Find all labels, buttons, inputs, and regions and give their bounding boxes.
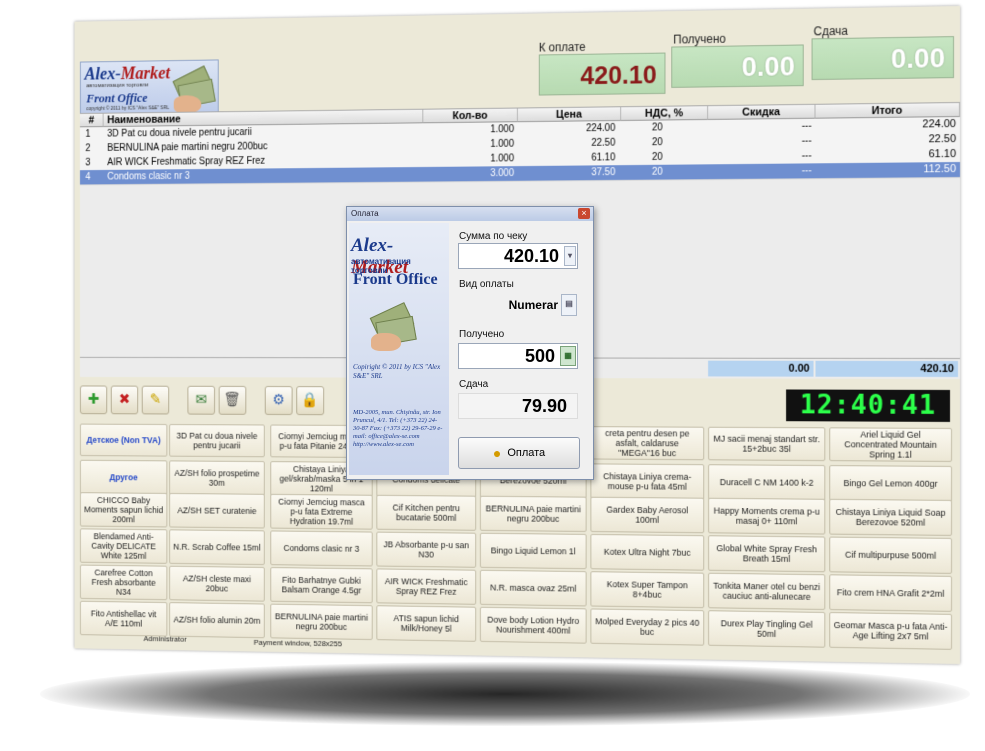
product-button[interactable]: Chistaya Liniya Liquid Soap Berezovoe 52… bbox=[829, 499, 952, 536]
settings-button[interactable]: ⚙ bbox=[265, 386, 293, 415]
pay-button-label: Оплата bbox=[507, 447, 545, 459]
envelope-icon: ✉ bbox=[195, 392, 207, 408]
product-button[interactable]: Cif Kitchen pentru bucatarie 500ml bbox=[376, 495, 476, 531]
product-button[interactable]: Kotex Ultra Night 7buc bbox=[590, 534, 704, 571]
dialog-logo-address: MD-2005, mun. Chişinău, str. Ion Pruncul… bbox=[353, 409, 445, 449]
product-button[interactable]: Condoms clasic nr 3 bbox=[270, 530, 372, 566]
product-button[interactable]: creta pentru desen pe asfalt, caldaruse … bbox=[590, 426, 704, 460]
payment-dialog: Оплата × Alex-Market автоматизация торго… bbox=[346, 206, 594, 480]
received-label-dialog: Получено bbox=[459, 329, 504, 340]
due-label: К оплате bbox=[539, 40, 586, 54]
logo-subtitle: автоматизация торговли bbox=[86, 83, 148, 90]
delete-icon: ✖ bbox=[119, 391, 130, 407]
col-vat: НДС, % bbox=[621, 106, 708, 121]
received-input[interactable]: 500 ▦ bbox=[458, 343, 578, 369]
add-icon: ✚ bbox=[88, 391, 99, 407]
col-discount: Скидка bbox=[708, 105, 815, 120]
status-user: Administrator bbox=[144, 634, 187, 643]
product-button[interactable]: 3D Pat cu doua nivele pentru jucarii bbox=[169, 424, 265, 457]
trash-button[interactable]: 🗑 bbox=[219, 386, 247, 415]
product-button[interactable]: Carefree Cotton Fresh absorbante N34 bbox=[80, 565, 167, 601]
logo-front-office: Front Office bbox=[86, 90, 147, 106]
product-button[interactable]: Kotex Super Tampon 8+4buc bbox=[590, 571, 704, 608]
product-button[interactable]: MJ sacii menaj standart str. 15+2buc 35l bbox=[708, 427, 825, 461]
pay-button[interactable]: ● Оплата bbox=[458, 437, 580, 469]
coins-icon: ● bbox=[493, 445, 501, 461]
product-button[interactable]: Cif multipurpuse 500ml bbox=[829, 537, 952, 574]
sum-discount: 0.00 bbox=[708, 361, 813, 377]
col-price: Цена bbox=[518, 107, 621, 122]
change-label-dialog: Сдача bbox=[459, 379, 488, 390]
delete-item-button[interactable]: ✖ bbox=[111, 386, 138, 415]
lock-icon: 🔒 bbox=[302, 392, 319, 408]
document-icon[interactable]: ▤ bbox=[561, 294, 577, 316]
product-button[interactable]: Fito Barhatnye Gubki Balsam Orange 4.5gr bbox=[270, 567, 372, 603]
dialog-title: Оплата bbox=[347, 207, 593, 221]
col-num: # bbox=[80, 114, 104, 128]
payment-type-select[interactable]: Numerar ▤ bbox=[458, 293, 578, 319]
product-button[interactable]: Gardex Baby Aerosol 100ml bbox=[590, 497, 704, 534]
col-qty: Кол-во bbox=[423, 109, 518, 124]
product-button[interactable]: AZ/SH cleste maxi 20buc bbox=[169, 566, 265, 602]
dialog-logo-copyright: Copiright © 2011 by ICS "Alex S&E" SRL bbox=[353, 363, 445, 381]
payment-type-label: Вид оплаты bbox=[459, 279, 514, 290]
product-button[interactable]: AZ/SH folio prospetime 30m bbox=[169, 460, 265, 495]
product-button[interactable]: Bingo Liquid Lemon 1l bbox=[480, 533, 587, 569]
chevron-down-icon[interactable]: ▾ bbox=[564, 246, 576, 266]
due-value: 420.10 bbox=[539, 53, 666, 96]
edit-item-button[interactable]: ✎ bbox=[142, 386, 169, 415]
product-button[interactable]: Happy Moments crema p-u masaj 0+ 110ml bbox=[708, 498, 825, 535]
send-button[interactable]: ✉ bbox=[187, 386, 215, 415]
add-item-button[interactable]: ✚ bbox=[80, 385, 107, 414]
product-button[interactable]: Ciornyi Jemciug masca p-u fata Extreme H… bbox=[270, 494, 372, 530]
money-icon bbox=[172, 66, 214, 115]
edit-icon: ✎ bbox=[150, 391, 161, 407]
gear-icon: ⚙ bbox=[272, 392, 284, 408]
product-button[interactable]: Chistaya Liniya crema-mouse p-u fata 45m… bbox=[590, 463, 704, 499]
status-info: Payment window, 528x255 bbox=[254, 638, 342, 648]
product-button[interactable]: JB Absorbante p-u san N30 bbox=[376, 532, 476, 568]
lock-button[interactable]: 🔒 bbox=[296, 386, 324, 415]
change-label: Сдача bbox=[814, 24, 848, 38]
product-button[interactable]: CHICCO Baby Moments sapun lichid 200ml bbox=[80, 492, 167, 527]
product-button[interactable]: N.R. masca ovaz 25ml bbox=[480, 570, 587, 607]
change-field: 79.90 bbox=[458, 393, 578, 419]
trash-icon: 🗑 bbox=[224, 392, 242, 408]
product-button[interactable]: BERNULINA paie martini negru 200buc bbox=[480, 496, 587, 532]
category-button[interactable]: Детское (Non TVA) bbox=[80, 424, 167, 457]
received-label: Получено bbox=[673, 32, 726, 47]
product-button[interactable]: Blendamed Anti-Cavity DELICATE White 125… bbox=[80, 528, 167, 563]
product-button[interactable]: AZ/SH SET curatenie bbox=[169, 493, 265, 529]
sum-label: Сумма по чеку bbox=[459, 231, 527, 242]
calculator-icon[interactable]: ▦ bbox=[560, 346, 576, 366]
received-value: 0.00 bbox=[671, 44, 803, 87]
change-value: 0.00 bbox=[812, 36, 954, 80]
sum-field: 420.10 ▾ bbox=[458, 243, 578, 269]
product-grid: Детское (Non TVA) 3D Pat cu doua nivele p… bbox=[75, 6, 960, 22]
logo-title: Alex-Market bbox=[85, 63, 171, 84]
close-icon[interactable]: × bbox=[578, 208, 590, 219]
product-button[interactable]: N.R. Scrab Coffee 15ml bbox=[169, 529, 265, 565]
product-button[interactable]: Fito crem HNA Grafit 2*2ml bbox=[829, 574, 952, 612]
money-icon bbox=[369, 303, 429, 363]
dialog-logo: Alex-Market автоматизация торговли Front… bbox=[349, 223, 449, 475]
sum-total: 420.10 bbox=[815, 361, 958, 377]
product-button[interactable]: AIR WICK Freshmatic Spray REZ Frez bbox=[376, 568, 476, 604]
product-button[interactable]: Duracell C NM 1400 k-2 bbox=[708, 464, 825, 501]
logo-copyright: copyright © 2011 by ICS "Alex S&E" SRL bbox=[86, 105, 169, 112]
window-shadow bbox=[40, 662, 970, 726]
product-button[interactable]: Ariel Liquid Gel Concentrated Mountain S… bbox=[829, 427, 952, 462]
category-button[interactable]: Другое bbox=[80, 460, 167, 495]
product-button[interactable]: Tonkita Maner otel cu benzi cauciuc anti… bbox=[708, 573, 825, 610]
digital-clock: 12:40:41 bbox=[786, 389, 950, 421]
dialog-logo-front-office: Front Office bbox=[353, 271, 438, 289]
product-button[interactable]: Global White Spray Fresh Breath 15ml bbox=[708, 535, 825, 572]
product-button[interactable]: Bingo Gel Lemon 400gr bbox=[829, 465, 952, 502]
